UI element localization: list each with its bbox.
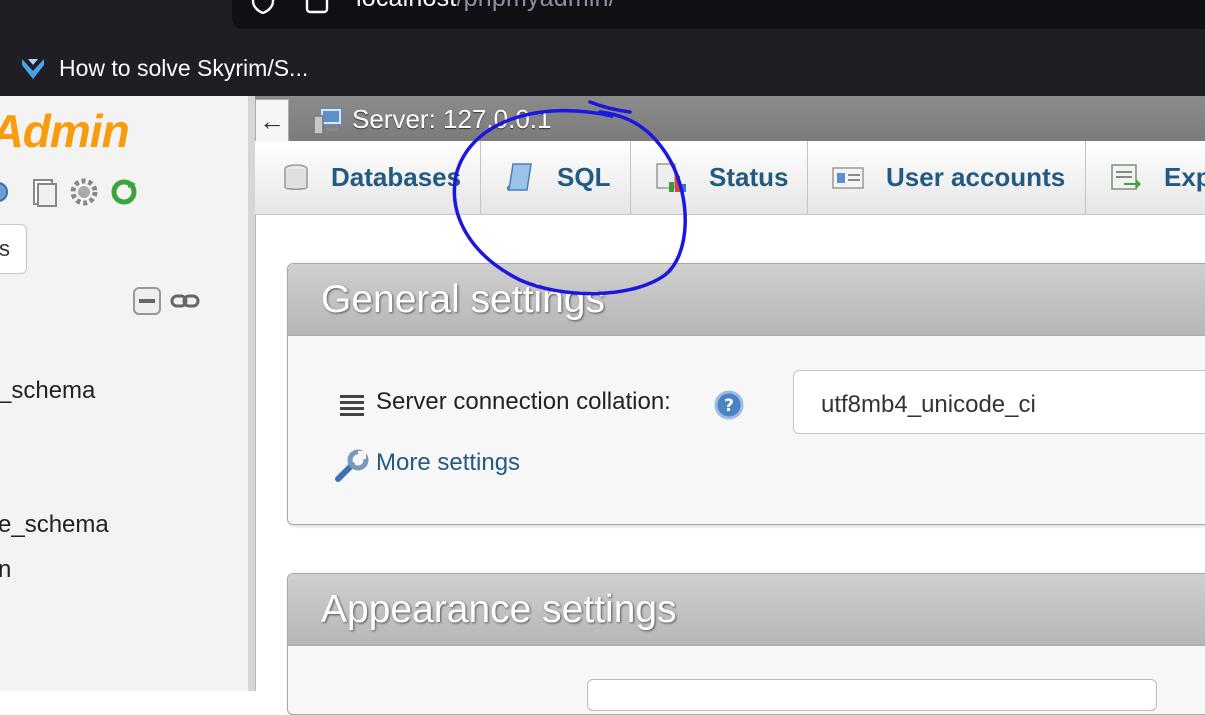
more-settings-link[interactable]: More settings xyxy=(376,449,520,477)
url-text[interactable]: localhost/phpmyadmin/ xyxy=(356,0,616,13)
tab-databases[interactable]: Databases xyxy=(255,141,481,214)
nav-quick-icons xyxy=(0,176,140,208)
bookmark-label: How to solve Skyrim/S... xyxy=(59,54,309,81)
collapse-nav-button[interactable]: ← xyxy=(255,99,289,143)
query-window-icon[interactable] xyxy=(0,176,20,208)
sql-icon xyxy=(506,162,532,191)
navigation-panel: yAdmin s _schema e_schema n xyxy=(0,96,250,691)
server-label[interactable]: Server: 127.0.0.1 xyxy=(352,104,551,135)
tab-user-accounts-label: User accounts xyxy=(886,162,1066,192)
list-icon xyxy=(340,395,364,416)
svg-text:?: ? xyxy=(724,396,734,416)
database-icon xyxy=(284,163,308,190)
reload-icon[interactable] xyxy=(108,176,140,208)
db-item-schema[interactable]: _schema xyxy=(0,377,95,405)
top-menu-tabs: Databases SQL Status User accounts Exp xyxy=(255,141,1205,215)
tab-export[interactable]: Exp xyxy=(1086,141,1205,214)
bookmark-skyrim[interactable]: How to solve Skyrim/S... xyxy=(20,54,308,82)
tree-controls xyxy=(132,286,200,316)
nav-tab[interactable]: s xyxy=(0,224,27,274)
user-accounts-icon xyxy=(832,166,864,189)
tab-user-accounts[interactable]: User accounts xyxy=(808,141,1086,214)
phpmyadmin-logo[interactable]: yAdmin xyxy=(0,104,130,158)
collapse-all-icon[interactable] xyxy=(132,286,162,316)
tab-sql-label: SQL xyxy=(557,162,611,192)
page-info-icon[interactable] xyxy=(305,0,329,14)
help-icon[interactable]: ? xyxy=(714,390,744,420)
collation-label: Server connection collation: xyxy=(376,388,671,415)
status-icon xyxy=(656,162,686,192)
appearance-settings-title: Appearance settings xyxy=(321,588,677,631)
db-item-n[interactable]: n xyxy=(0,556,11,584)
wrench-icon xyxy=(335,449,369,482)
tab-sql[interactable]: SQL xyxy=(481,141,631,214)
documentation-icon[interactable] xyxy=(28,176,60,208)
tab-status-label: Status xyxy=(709,162,789,192)
bookmark-favicon-icon xyxy=(20,55,46,81)
export-icon xyxy=(1111,163,1141,190)
general-settings-title: General settings xyxy=(321,278,605,321)
url-path: /phpmyadmin/ xyxy=(456,0,615,12)
tab-status[interactable]: Status xyxy=(631,141,808,214)
tab-export-label: Exp xyxy=(1164,162,1205,192)
tracking-shield-icon[interactable] xyxy=(250,0,276,14)
appearance-select[interactable] xyxy=(587,679,1157,711)
db-item-e-schema[interactable]: e_schema xyxy=(0,511,109,539)
gear-icon[interactable] xyxy=(68,176,100,208)
tab-databases-label: Databases xyxy=(331,162,462,192)
server-icon xyxy=(313,107,343,135)
link-icon[interactable] xyxy=(170,291,200,311)
collation-select[interactable]: utf8mb4_unicode_ci xyxy=(793,370,1205,434)
url-host: localhost xyxy=(356,0,456,12)
